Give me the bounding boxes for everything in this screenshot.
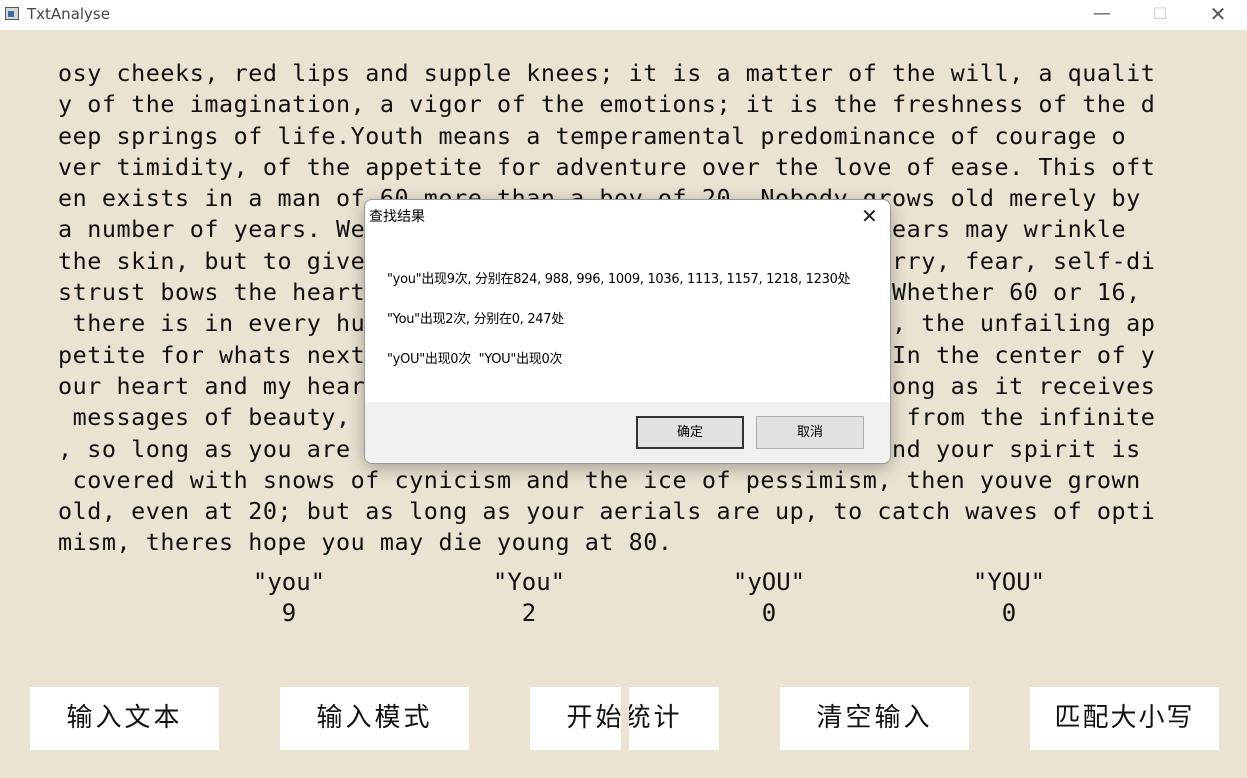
text-line: eep springs of life.Youth means a temper… [58, 121, 1127, 150]
text-line: ver timidity, of the appetite for advent… [58, 152, 1156, 181]
stat-label-you-mixed: "yOU" [732, 568, 806, 596]
maximize-button[interactable]: ☐ [1131, 0, 1189, 30]
result-line-others: "yOU"出现0次 "YOU"出现0次 [387, 352, 563, 367]
ok-button[interactable]: 确定 [636, 416, 744, 449]
title-bar: TxtAnalyse — ☐ ✕ [0, 0, 1247, 30]
stat-count-you-mixed: 0 [761, 599, 777, 627]
input-text-button[interactable]: 输入文本 [30, 687, 219, 750]
app-icon [5, 7, 19, 20]
close-window-button[interactable]: ✕ [1189, 0, 1247, 30]
result-line-you-capitalized: "You"出现2次, 分别在0, 247处 [387, 312, 564, 327]
clear-input-button[interactable]: 清空输入 [780, 687, 969, 750]
text-line: old, even at 20; but as long as your aer… [58, 497, 1156, 526]
stat-count-you-lower: 9 [281, 599, 297, 627]
stat-label-you-lower: "you" [252, 568, 326, 596]
text-line: osy cheeks, red lips and supple knees; i… [58, 59, 1156, 87]
stat-count-you-upper: 0 [1001, 599, 1017, 627]
dialog-close-button[interactable]: ✕ [861, 204, 878, 228]
text-line: y of the imagination, a vigor of the emo… [58, 90, 1156, 119]
input-pattern-button[interactable]: 输入模式 [280, 687, 469, 750]
result-line-you-lower: "you"出现9次, 分别在824, 988, 996, 1009, 1036,… [387, 272, 851, 287]
text-line: mism, theres hope you may die young at 8… [58, 528, 673, 557]
match-case-button[interactable]: 匹配大小写 [1030, 687, 1219, 750]
dialog-title: 查找结果 [369, 209, 425, 225]
stat-label-you-upper: "YOU" [972, 568, 1046, 596]
window-title: TxtAnalyse [27, 5, 110, 23]
stat-count-you-capitalized: 2 [521, 599, 537, 627]
minimize-button[interactable]: — [1073, 0, 1131, 30]
stat-label-you-capitalized: "You" [492, 568, 566, 596]
search-result-dialog: 查找结果 ✕ "you"出现9次, 分别在824, 988, 996, 1009… [364, 199, 891, 464]
cancel-button[interactable]: 取消 [756, 416, 864, 449]
text-line: covered with snows of cynicism and the i… [58, 465, 1141, 494]
button-divider [621, 687, 629, 750]
